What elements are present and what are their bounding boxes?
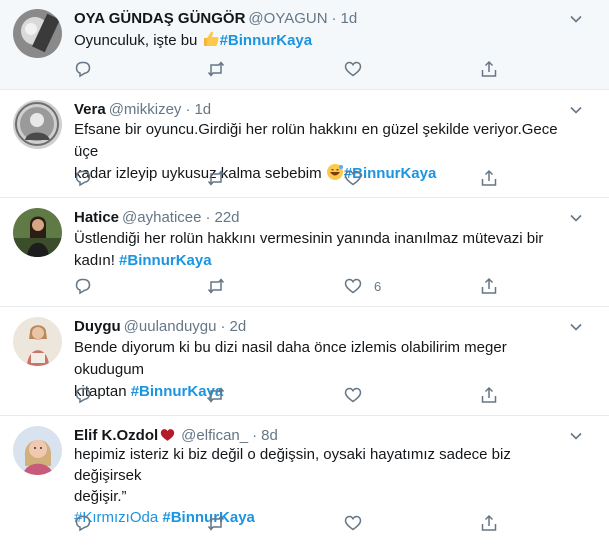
hashtag-link[interactable]: #BinnurKaya (220, 32, 313, 49)
avatar[interactable] (13, 317, 62, 366)
avatar[interactable] (13, 426, 62, 475)
reply-icon (75, 515, 91, 532)
display-name[interactable]: Hatice (74, 209, 119, 226)
share-icon (481, 277, 497, 294)
retweet-button[interactable] (207, 513, 225, 533)
tweet[interactable]: Duygu @uulanduygu · 2d Bende diyorum ki bu … (0, 307, 609, 416)
heart-icon (344, 170, 362, 186)
chevron-down-icon[interactable] (569, 103, 583, 117)
display-name[interactable]: Elif K.Ozdol (74, 427, 158, 444)
hashtag-link[interactable]: #BinnurKaya (119, 252, 212, 269)
chevron-down-icon[interactable] (569, 429, 583, 443)
share-icon (481, 169, 497, 186)
tweet-text-line: Üstlendiği her rolün hakkını vermesinin … (74, 230, 544, 247)
tweet-actions (74, 59, 504, 79)
share-button[interactable] (480, 59, 498, 79)
reply-button[interactable] (74, 59, 92, 79)
tweet-text-line: değişir.” (74, 488, 127, 505)
share-button[interactable] (480, 385, 498, 405)
retweet-button[interactable] (207, 59, 225, 79)
reply-icon (75, 278, 91, 295)
tweet-header: Hatice @ayhaticee · 22d (74, 208, 240, 228)
retweet-icon (207, 278, 225, 294)
reply-button[interactable] (74, 385, 92, 405)
reply-icon (75, 61, 91, 78)
heart-icon (344, 61, 362, 77)
separator-dot: · (205, 209, 211, 226)
share-icon (481, 514, 497, 531)
heart-icon (344, 387, 362, 403)
timestamp[interactable]: 2d (229, 318, 246, 335)
tweet-actions (74, 385, 504, 405)
display-name[interactable]: Duygu (74, 318, 121, 335)
tweet-header: OYA GÜNDAŞ GÜNGÖR @OYAGUN · 1d (74, 9, 357, 29)
like-count: 6 (374, 278, 382, 294)
tweet-actions: 6 (74, 276, 504, 296)
timestamp[interactable]: 1d (341, 10, 358, 27)
user-handle[interactable]: @ayhaticee (122, 209, 201, 226)
tweet[interactable]: Vera @mikkizey · 1d Efsane bir oyuncu.Girdi… (0, 90, 609, 198)
share-button[interactable] (480, 168, 498, 188)
like-button[interactable] (344, 513, 362, 533)
chevron-down-icon[interactable] (569, 12, 583, 26)
separator-dot: · (220, 318, 226, 335)
tweet-actions (74, 168, 504, 188)
reply-icon (75, 170, 91, 187)
avatar[interactable] (13, 100, 62, 149)
timestamp[interactable]: 22d (214, 209, 239, 226)
tweet-text-segment: kadın! (74, 252, 115, 269)
tweet[interactable]: OYA GÜNDAŞ GÜNGÖR @OYAGUN · 1d Oyunculuk, i… (0, 0, 609, 90)
reply-button[interactable] (74, 513, 92, 533)
chevron-down-icon[interactable] (569, 211, 583, 225)
like-button[interactable] (344, 59, 362, 79)
retweet-button[interactable] (207, 168, 225, 188)
tweet-header: Vera @mikkizey · 1d (74, 100, 211, 120)
retweet-button[interactable] (207, 276, 225, 296)
reply-icon (75, 387, 91, 404)
tweet-text: Oyunculuk, işte bu #BinnurKaya (74, 30, 579, 55)
share-icon (481, 60, 497, 77)
avatar[interactable] (13, 208, 62, 257)
retweet-icon (207, 61, 225, 77)
separator-dot: · (252, 427, 258, 444)
like-button[interactable] (344, 168, 362, 188)
separator-dot: · (331, 10, 337, 27)
timestamp[interactable]: 8d (261, 427, 278, 444)
tweet-text-line: hepimiz isteriz ki biz değil o değişsin,… (74, 446, 511, 484)
retweet-button[interactable] (207, 385, 225, 405)
tweet-text-line: Oyunculuk, işte bu (74, 32, 198, 49)
heart-icon (344, 278, 362, 294)
user-handle[interactable]: @mikkizey (109, 101, 182, 118)
tweet-text-line: Bende diyorum ki bu dizi nasil daha önce… (74, 339, 507, 378)
tweet-text-line: Efsane bir oyuncu.Girdiği her rolün hakk… (74, 121, 558, 160)
like-button[interactable] (344, 385, 362, 405)
user-handle[interactable]: @uulanduygu (124, 318, 217, 335)
timestamp[interactable]: 1d (194, 101, 211, 118)
share-button[interactable] (480, 513, 498, 533)
retweet-icon (207, 387, 225, 403)
retweet-icon (207, 515, 225, 531)
tweet[interactable]: Elif K.Ozdol @elfican_ · 8d hepimiz isteriz… (0, 416, 609, 545)
share-button[interactable] (480, 276, 498, 296)
separator-dot: · (185, 101, 191, 118)
tweet-feed: OYA GÜNDAŞ GÜNGÖR @OYAGUN · 1d Oyunculuk, i… (0, 0, 609, 545)
reply-button[interactable] (74, 276, 92, 296)
display-name[interactable]: OYA GÜNDAŞ GÜNGÖR (74, 10, 245, 27)
tweet[interactable]: Hatice @ayhaticee · 22d Üstlendiği her rolü… (0, 198, 609, 307)
retweet-icon (207, 170, 225, 186)
chevron-down-icon[interactable] (569, 320, 583, 334)
share-icon (481, 386, 497, 403)
reply-button[interactable] (74, 168, 92, 188)
user-handle[interactable]: @OYAGUN (248, 10, 327, 27)
tweet-text-line: kadın! #BinnurKaya (74, 250, 579, 272)
heart-icon (344, 515, 362, 531)
user-handle[interactable]: @elfican_ (181, 427, 248, 444)
avatar[interactable] (13, 9, 62, 58)
display-name[interactable]: Vera (74, 101, 106, 118)
tweet-header: Duygu @uulanduygu · 2d (74, 317, 246, 337)
like-button[interactable]: 6 (344, 276, 381, 296)
tweet-text: Üstlendiği her rolün hakkını vermesinin … (74, 228, 579, 272)
thumbs-up-emoji (202, 30, 220, 55)
tweet-actions (74, 513, 504, 533)
